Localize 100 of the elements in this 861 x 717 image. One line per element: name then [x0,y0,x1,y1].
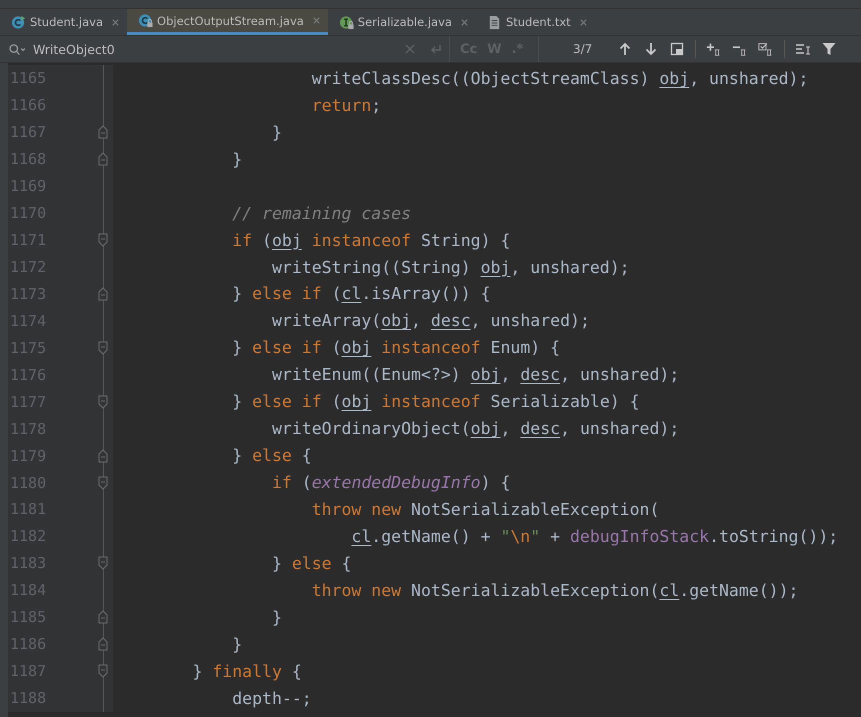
code-text: } [272,608,282,627]
code-text: { [292,662,302,681]
code-text: depth--; [232,688,312,708]
keyword: finally [212,662,282,681]
code-text: , unshared); [560,419,680,438]
code-text: writeOrdinaryObject( [272,419,471,438]
fold-end-icon[interactable] [98,125,108,140]
close-icon[interactable] [578,18,588,26]
code-text: , unshared); [510,258,630,277]
arrow-down-icon[interactable] [643,41,659,57]
code-text: } [272,122,282,142]
code-text: writeString((String) [272,258,472,277]
fold-marker-icon[interactable] [98,340,108,355]
keyword: if [272,473,292,492]
keyword: throw new [312,500,402,519]
variable: obj [470,365,500,384]
add-cursor-icon[interactable] [706,41,722,57]
code-text: .getName()); [679,580,798,600]
editor-tab[interactable]: Serializable.java [328,9,476,35]
code-text: , [500,365,512,384]
editor-tab[interactable]: Student.java [0,9,128,35]
variable: obj [342,338,372,358]
code-text: ( [302,473,312,492]
filter-lines-icon[interactable] [795,41,811,57]
editor-tab[interactable]: Student.txt [476,9,595,35]
code-text: } [232,284,244,304]
code-text: .isArray()) { [361,284,491,304]
code-text: .getName() + [371,526,492,546]
keyword: instanceof [381,392,481,412]
code-text: ( [332,392,342,412]
close-icon[interactable] [312,16,321,25]
code-text: , unshared); [560,365,680,384]
code-text: , unshared); [689,68,808,88]
code-text: writeArray( [272,311,382,330]
variable: obj [470,419,500,438]
clear-icon[interactable] [403,42,417,56]
code-text: } [232,392,244,412]
code-text: } [192,662,204,681]
keyword: else if [252,392,322,412]
code-text: } [232,634,242,654]
code-text: ( [332,284,342,304]
code-text: ( [332,338,342,358]
code-text: , [411,311,422,330]
code-text: , [500,419,512,438]
code-text: ; [371,96,382,115]
newline-icon[interactable] [429,42,443,56]
window-icon[interactable] [669,41,685,57]
class-icon [138,13,154,28]
fold-marker-icon[interactable] [98,394,108,409]
code-text: ) { [480,473,510,492]
variable: obj [342,392,372,412]
fold-marker-icon[interactable] [98,233,108,248]
fold-end-icon[interactable] [98,610,108,624]
fold-end-icon[interactable] [98,152,108,166]
keyword: else [252,446,292,466]
code-text: , unshared); [470,311,590,330]
fold-end-icon[interactable] [98,286,108,301]
field: debugInfoStack [570,526,710,546]
class-icon [11,14,26,30]
variable: desc [430,311,471,330]
keyword: else if [252,338,322,358]
variable: obj [480,258,510,277]
code-text: } [232,150,242,169]
code-text: { [302,446,312,466]
match-count: 3/7 [573,42,594,56]
close-icon[interactable] [460,18,469,26]
fold-marker-icon[interactable] [98,664,108,678]
filter-icon[interactable] [821,41,837,57]
search-field[interactable]: WriteObject0 [0,36,450,62]
variable: desc [520,365,560,384]
arrow-up-icon[interactable] [617,41,633,57]
code-text: { [342,554,352,573]
variable: cl [659,580,680,600]
code-text: } [232,446,244,466]
field: extendedDebugInfo [312,473,481,492]
fold-end-icon[interactable] [98,637,108,652]
code-text: ( [262,230,272,250]
search-icon [8,42,27,56]
interface-icon [338,14,354,30]
fold-marker-icon[interactable] [98,476,108,490]
variable: cl [342,284,362,304]
fold-marker-icon[interactable] [98,556,108,570]
keyword: instanceof [381,338,481,358]
close-icon[interactable] [111,18,120,26]
editor-tab[interactable]: ObjectOutputStream.java [127,9,328,35]
variable: cl [351,526,372,546]
keyword: throw new [312,580,402,600]
select-all-icon[interactable] [758,41,774,57]
fold-end-icon[interactable] [98,448,108,463]
variable: obj [381,311,412,330]
code-text: .toString()); [709,526,838,546]
escape-sequence: \n [510,526,530,546]
code-text: } [232,338,244,358]
keyword: else [292,554,332,573]
keyword: if [232,230,252,250]
code-text: writeEnum((Enum<?>) [272,365,462,384]
variable: obj [659,68,690,88]
keyword: return [312,96,372,115]
code-text: Serializable) { [490,392,640,412]
code-text: Enum) { [490,338,560,358]
